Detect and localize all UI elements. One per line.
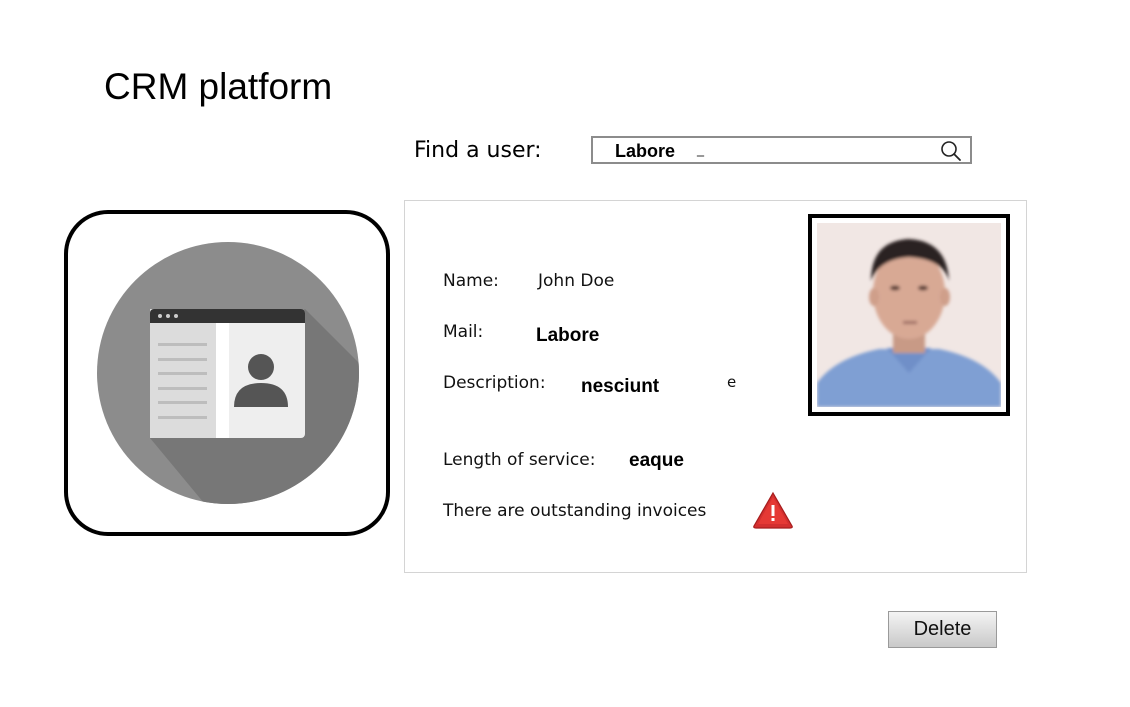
user-photo	[817, 223, 1001, 407]
name-value: John Doe	[538, 271, 615, 291]
outstanding-invoices-notice: There are outstanding invoices	[443, 501, 707, 521]
search-input-value[interactable]: Labore	[615, 141, 675, 162]
length-of-service-label: Length of service:	[443, 450, 596, 470]
user-search-input[interactable]: Labore _	[591, 136, 972, 164]
warning-triangle-icon	[753, 491, 793, 529]
find-user-label: Find a user:	[414, 138, 542, 163]
user-profile-card-icon	[97, 242, 359, 504]
user-photo-frame	[808, 214, 1010, 416]
description-value: nesciunt	[581, 376, 660, 397]
description-trailing-text: e	[727, 373, 737, 391]
mail-label: Mail:	[443, 322, 484, 342]
mail-value: Labore	[536, 325, 600, 346]
description-label: Description:	[443, 373, 546, 393]
search-icon[interactable]	[940, 140, 962, 162]
user-profile-icon-frame	[64, 210, 390, 536]
page-title: CRM platform	[104, 66, 333, 107]
name-label: Name:	[443, 271, 499, 291]
search-text-cursor: _	[697, 141, 704, 157]
delete-button[interactable]: Delete	[888, 611, 997, 648]
length-of-service-value: eaque	[629, 450, 684, 471]
user-details-card: Name: John Doe Mail: Labore Description:…	[404, 200, 1027, 573]
